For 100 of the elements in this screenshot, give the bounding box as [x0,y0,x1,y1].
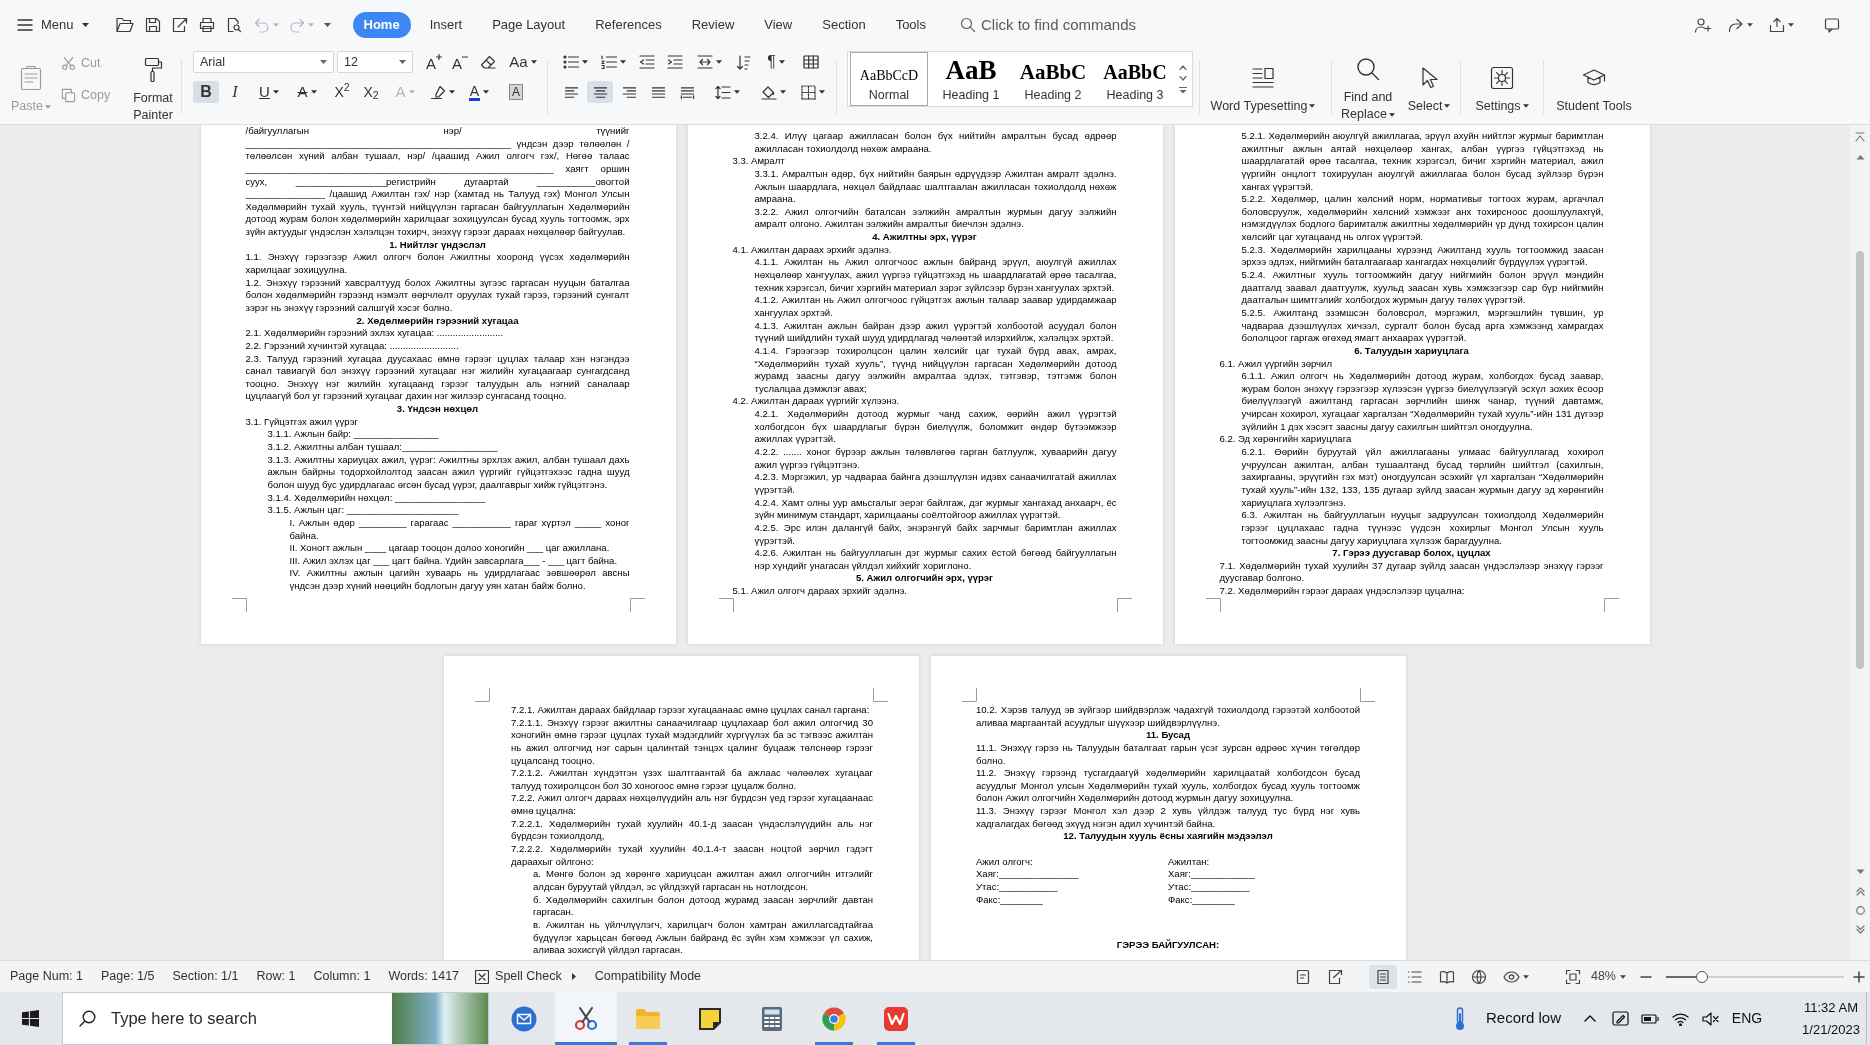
find-replace-button[interactable]: Find and Replace [1337,50,1399,124]
ribbon-tab[interactable]: Review [676,12,750,38]
line-spacing-icon[interactable] [714,84,731,100]
upload-tray-icon[interactable] [1769,17,1785,33]
spell-check-button[interactable]: Spell Check [475,967,562,986]
fit-page-icon[interactable] [1564,968,1581,985]
share-icon[interactable] [1727,17,1744,33]
ribbon-tab[interactable]: Page Layout [477,12,581,38]
increase-indent-icon[interactable] [667,55,683,69]
style-preset[interactable]: AaBbCcD Normal [850,52,928,106]
change-case-button[interactable]: Aa [506,51,540,73]
previous-page-icon[interactable] [1855,887,1865,896]
grow-font-button[interactable]: A [423,51,445,73]
clock-button[interactable]: 11:32 AM 1/21/2023 [1796,992,1866,1045]
status-field: Section: 1/1 [172,967,239,986]
character-shading-button[interactable]: A [504,81,528,103]
eye-icon[interactable] [1502,970,1520,983]
expand-gallery-icon[interactable] [1179,86,1187,94]
select-button[interactable]: Select [1403,50,1455,124]
slider-thumb[interactable] [1695,970,1708,983]
italic-button[interactable]: I [222,81,248,103]
bullet-list-icon[interactable] [562,55,579,69]
underline-button[interactable]: U [251,81,287,103]
browse-object-icon[interactable] [1855,906,1865,915]
menu-button[interactable]: Menu [17,11,89,39]
table-icon[interactable] [803,55,819,69]
highlighter-icon[interactable] [429,84,446,100]
strikethrough-button[interactable]: A [289,81,325,103]
wifi-icon[interactable] [1671,1011,1689,1026]
user-plus-icon[interactable] [1694,17,1711,33]
ribbon-tab[interactable]: Tools [880,12,941,38]
command-search-field[interactable]: Click to find commands [981,13,1181,37]
bold-button[interactable]: B [193,81,219,103]
borders-icon[interactable] [801,84,816,100]
print-icon[interactable] [198,17,215,33]
decrease-indent-icon[interactable] [639,55,655,69]
sort-icon[interactable] [735,54,751,70]
align-center-icon [592,84,608,100]
ribbon-tab[interactable]: View [749,12,808,38]
plus-icon[interactable] [1853,970,1865,983]
align-center-button[interactable] [587,81,613,103]
open-folder-icon[interactable] [115,17,134,33]
style-preset[interactable]: AaB Heading 1 [932,52,1010,106]
save-icon[interactable] [144,17,161,33]
pen-tablet-icon[interactable] [1611,1011,1629,1026]
student-tools-button[interactable]: Student Tools [1549,50,1639,124]
page-export-icon[interactable] [1326,968,1343,985]
print-preview-icon[interactable] [225,17,242,33]
caret-right-icon[interactable] [571,973,576,980]
fill-in-line: ________________ [353,428,439,440]
menu-icon [17,19,33,31]
font-size-select[interactable]: 12 [337,51,413,73]
speaker-mute-icon[interactable] [1701,1011,1719,1026]
text-direction-icon[interactable] [696,55,713,69]
clause-text: 7.2.1.2. Ажилтан хүндэтгэн үзэх шалтгаантай ба ажлаас чөлөөлөх хугацааг талууд тохиролцсон бол 30 хоногоос өмнө гэрээг цуцалж болно. [511,767,873,793]
collapse-icon[interactable] [1855,132,1865,142]
eraser-icon[interactable] [480,54,496,70]
view-mode-button[interactable] [1368,964,1397,989]
weather-button[interactable]: Record low [1445,992,1567,1045]
align-right-icon [621,84,637,100]
taskbar-search-box[interactable]: Type here to search [62,992,489,1045]
ribbon-tab[interactable]: Section [807,12,881,38]
format-painter-button[interactable]: Format Painter [127,50,179,124]
shrink-font-button[interactable]: A [449,51,471,73]
scroll-up-icon[interactable] [1855,154,1865,160]
next-page-icon[interactable] [1855,925,1865,934]
chevron-up-icon[interactable] [1584,1015,1596,1022]
show-marks-button[interactable]: ¶ [760,51,792,73]
clause-text: 7.2.1.1. Энэхүү гэрээг ажилтны санаачилгаар цуцлахаар бол ажил олгогчид 30 хоногийн өмнө гэрээг цуцлах тухай мэдэгдлийг хүргүүлэх ба эс тэгвээс ажилтан нь ажил олгогчид нэг сарын цалинтай тэнцэх цалинг буцааж төлснөөр гэрээг цуцалсанд тооцно. [511,716,873,768]
scroll-up-icon[interactable] [1179,64,1187,70]
subscript-button[interactable]: X$_{2}$ [357,81,385,103]
clause-text: 4.2.5. Эрс илэн далангүй байх, энэрэнгүй байх зарчмыг баримтлан ажиллах үүрэгтэй. [754,521,1117,548]
font-family-select[interactable]: Arial [193,51,334,73]
fill-in-line: ....... [783,446,802,457]
taskbar-search-field[interactable]: Type here to search [111,993,392,1044]
input-language[interactable]: ENG [1725,992,1769,1045]
clause-text: 3.2.2. Ажил олгогчийн баталсан ээлжийн амралтын журмын дагуу ээлжийн амралт олгоно. Ажилтан ээлжийн амралтыг биечлэн эдэлнэ. [754,205,1117,232]
ribbon-tab[interactable]: Insert [414,12,478,38]
word-typesetting-button[interactable]: Word Typesetting [1200,50,1326,124]
export-icon[interactable] [171,17,188,33]
plus-icon [436,54,442,60]
font-color-button[interactable]: A [462,81,496,103]
battery-icon[interactable] [1641,1013,1659,1024]
caret-down-icon [45,104,51,109]
scroll-down-icon[interactable] [1179,75,1187,81]
settings-button[interactable]: Settings [1466,50,1538,124]
document-icon[interactable] [1294,968,1311,985]
zoom-slider[interactable] [1666,970,1844,983]
style-preset[interactable]: AaBbC Heading 3 [1096,52,1174,106]
ribbon-tab[interactable]: Home [352,12,411,38]
paint-bucket-icon[interactable] [760,84,777,100]
comment-icon[interactable] [1824,17,1840,33]
numbered-list-icon[interactable] [600,55,617,69]
scroll-down-icon[interactable] [1855,869,1865,875]
scrollbar-thumb[interactable] [1856,251,1864,669]
superscript-button[interactable]: X$^{2}$ [328,81,356,103]
fill-in-line: ___ [373,554,390,566]
zoom-level-button[interactable]: 48% [1590,967,1626,986]
style-preset[interactable]: AaBbC Heading 2 [1014,52,1092,106]
ribbon-tab[interactable]: References [580,12,677,38]
